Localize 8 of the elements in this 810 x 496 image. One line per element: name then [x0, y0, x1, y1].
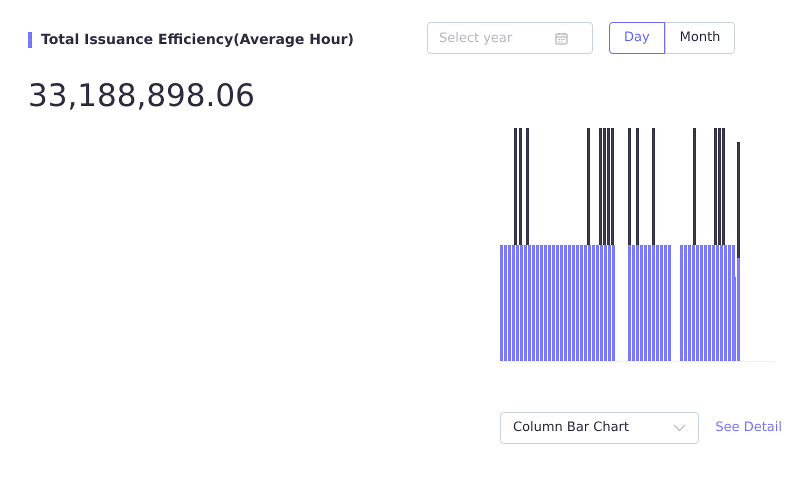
total-value: 33,188,898.06 — [28, 77, 256, 116]
chevron-down-icon — [673, 424, 686, 432]
year-field[interactable]: Select year — [427, 22, 593, 54]
calendar-icon — [555, 32, 568, 44]
chart-type-select[interactable]: Column Bar Chart — [500, 412, 700, 444]
period-tab[interactable]: Day — [609, 22, 665, 54]
period-tab[interactable]: Month — [664, 22, 736, 54]
see-detail-link[interactable]: See Detail — [715, 418, 782, 438]
